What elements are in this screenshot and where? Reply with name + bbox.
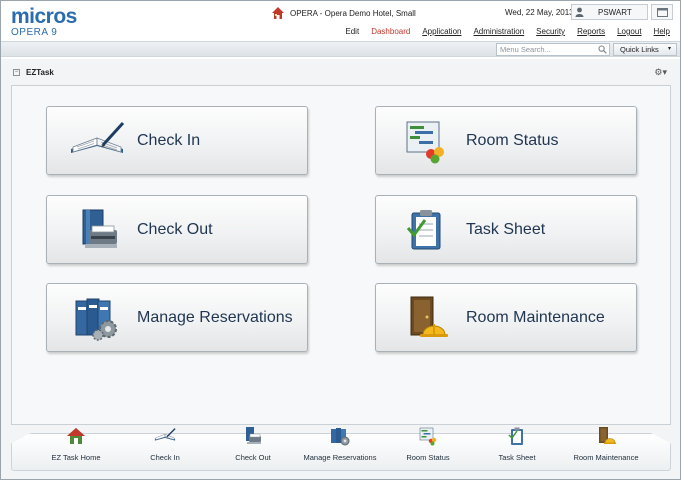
book-pen-icon xyxy=(154,425,176,447)
checkout-printer-icon xyxy=(242,425,264,447)
business-date: Wed, 22 May, 2013 xyxy=(505,8,574,17)
task-sheet-label: Task Sheet xyxy=(466,220,546,238)
dock-label: Manage Reservations xyxy=(303,453,377,462)
manage-reservations-tile[interactable]: Manage Reservations xyxy=(46,283,308,352)
dock-check-in[interactable]: Check In xyxy=(120,425,210,467)
clipboard-icon xyxy=(506,425,528,447)
check-in-tile[interactable]: Check In xyxy=(46,106,308,175)
room-status-label: Room Status xyxy=(466,131,559,149)
menu-reports[interactable]: Reports xyxy=(571,27,611,36)
book-pen-icon xyxy=(57,111,137,171)
menu-security[interactable]: Security xyxy=(530,27,571,36)
header: micros OPERA 9 OPERA - Opera Demo Hotel,… xyxy=(1,1,680,59)
chevron-down-icon: ▾ xyxy=(667,46,671,52)
dock-label: Room Status xyxy=(406,453,450,462)
search-icon[interactable] xyxy=(598,45,607,54)
house-icon xyxy=(272,7,284,19)
main-menu: Edit Dashboard Application Administratio… xyxy=(339,27,676,36)
check-out-tile[interactable]: Check Out xyxy=(46,195,308,264)
menu-logout[interactable]: Logout xyxy=(611,27,647,36)
collapse-icon[interactable]: − xyxy=(13,68,20,76)
quick-links-label: Quick Links xyxy=(620,45,659,54)
dock-label: Room Maintenance xyxy=(573,453,639,462)
application-window: micros OPERA 9 OPERA - Opera Demo Hotel,… xyxy=(0,0,681,480)
room-maintenance-tile[interactable]: Room Maintenance xyxy=(375,283,637,352)
search-bar: Menu Search... Quick Links ▾ xyxy=(1,41,680,57)
menu-dashboard[interactable]: Dashboard xyxy=(365,27,416,36)
menu-help[interactable]: Help xyxy=(648,27,676,36)
dock-room-status[interactable]: Room Status xyxy=(383,425,473,467)
room-status-tile[interactable]: Room Status xyxy=(375,106,637,175)
door-hardhat-icon xyxy=(386,288,466,348)
binders-gear-icon xyxy=(57,288,137,348)
user-icon xyxy=(572,7,586,17)
user-name: PSWART xyxy=(598,7,632,17)
panel-title: EZTask xyxy=(26,67,54,77)
logo-sub-text: OPERA 9 xyxy=(11,27,58,38)
manage-reservations-label: Manage Reservations xyxy=(137,308,293,326)
room-maintenance-label: Room Maintenance xyxy=(466,308,605,326)
binders-gear-icon xyxy=(329,425,351,447)
check-in-label: Check In xyxy=(137,131,201,149)
clipboard-icon xyxy=(386,200,466,260)
dock-label: Check Out xyxy=(235,453,271,462)
micros-logo: micros OPERA 9 xyxy=(11,5,77,38)
door-hardhat-icon xyxy=(595,425,617,447)
gear-icon[interactable]: ⚙▾ xyxy=(654,67,667,78)
dock-label: Check In xyxy=(150,453,180,462)
menu-search-input[interactable]: Menu Search... xyxy=(496,43,610,56)
menu-edit[interactable]: Edit xyxy=(339,27,365,36)
check-out-label: Check Out xyxy=(137,220,213,238)
menu-search-placeholder: Menu Search... xyxy=(500,45,551,54)
task-sheet-tile[interactable]: Task Sheet xyxy=(375,195,637,264)
panel-header: − EZTask ⚙▾ xyxy=(7,65,675,79)
house-icon xyxy=(65,425,87,447)
dock-label: Task Sheet xyxy=(498,453,536,462)
logo-main-text: micros xyxy=(11,5,77,28)
quick-links-dropdown[interactable]: Quick Links ▾ xyxy=(613,43,677,56)
status-chart-icon xyxy=(417,425,439,447)
hotel-name: OPERA - Opera Demo Hotel, Small xyxy=(290,8,416,18)
dock-label: EZ Task Home xyxy=(51,453,101,462)
menu-administration[interactable]: Administration xyxy=(467,27,530,36)
dock-check-out[interactable]: Check Out xyxy=(208,425,298,467)
status-chart-icon xyxy=(386,111,466,171)
user-box[interactable]: PSWART xyxy=(571,4,648,20)
checkout-printer-icon xyxy=(57,200,137,260)
window-icon[interactable] xyxy=(651,4,673,20)
dock-task-sheet[interactable]: Task Sheet xyxy=(472,425,562,467)
dock-ez-task-home[interactable]: EZ Task Home xyxy=(31,425,121,467)
menu-application[interactable]: Application xyxy=(416,27,467,36)
hotel-title: OPERA - Opera Demo Hotel, Small xyxy=(271,5,416,21)
dock-manage-reservations[interactable]: Manage Reservations xyxy=(295,425,385,467)
dock-room-maintenance[interactable]: Room Maintenance xyxy=(561,425,651,467)
